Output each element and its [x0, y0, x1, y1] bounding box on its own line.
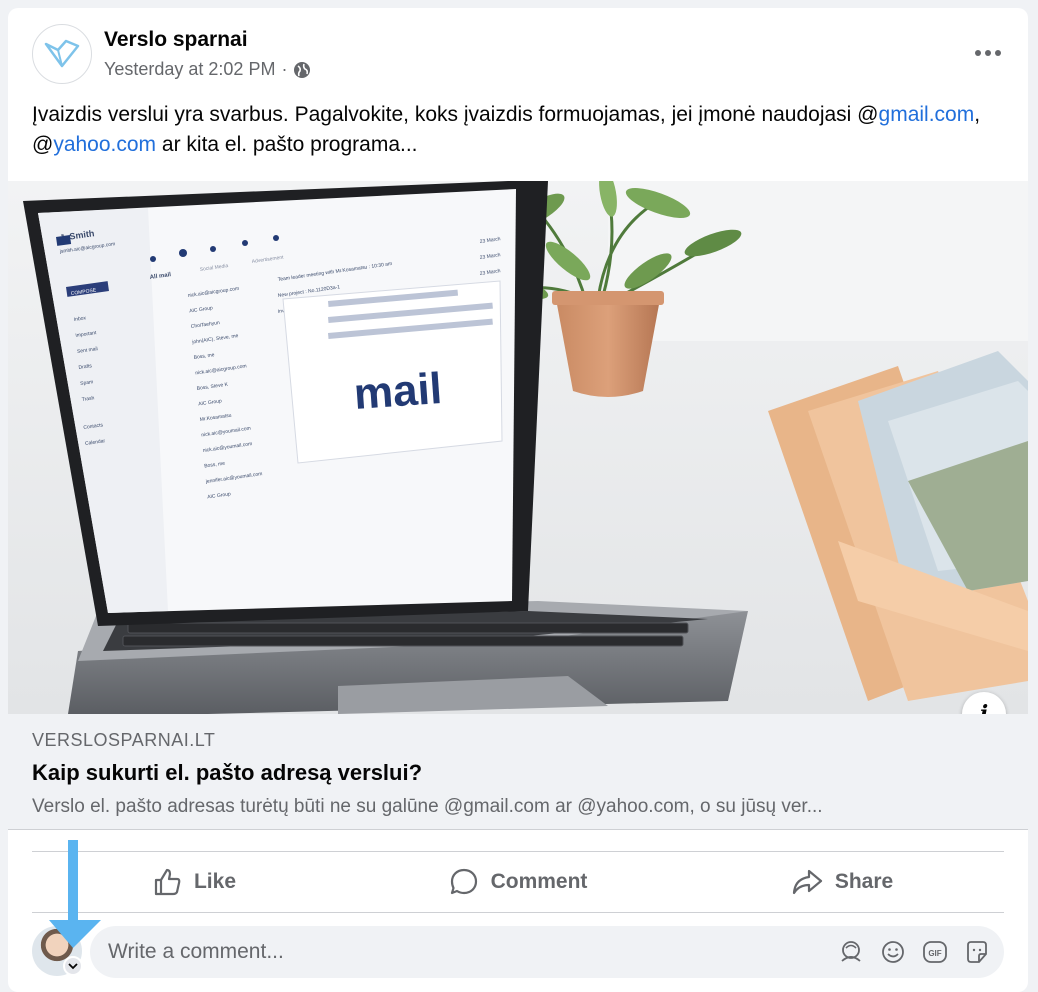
- like-button[interactable]: Like: [32, 852, 356, 912]
- like-label: Like: [193, 870, 237, 893]
- globe-icon[interactable]: [293, 61, 311, 79]
- comment-label: Comment: [490, 870, 588, 893]
- gmail-link[interactable]: gmail.com: [879, 103, 975, 126]
- sticker-icon[interactable]: [962, 936, 992, 968]
- post-card: Verslo sparnai Yesterday at 2:02 PM · Įv…: [8, 8, 1028, 992]
- meta-separator: ·: [281, 59, 288, 79]
- share-button[interactable]: Share: [680, 852, 1004, 912]
- post-text: Įvaizdis verslui yra svarbus. Pagalvokit…: [32, 103, 981, 156]
- gif-icon[interactable]: GIF: [920, 936, 950, 968]
- yahoo-link[interactable]: yahoo.com: [53, 133, 156, 156]
- link-description: Verslo el. pašto adresas turėtų būti ne …: [32, 796, 823, 817]
- actions-bottom-divider: [32, 912, 1004, 913]
- post-actions: Like Comment Share: [32, 852, 1004, 912]
- screen-mail-word: mail: [352, 364, 443, 419]
- link-title[interactable]: Kaip sukurti el. pašto adresą verslui?: [32, 760, 422, 786]
- speech-bubble-icon: [450, 868, 477, 895]
- post-timestamp[interactable]: Yesterday at 2:02 PM: [104, 59, 275, 80]
- laptop-scene-illustration: J. Smith jsmith.aic@aicgroup.com COMPOSE…: [8, 181, 1028, 714]
- page-avatar[interactable]: [32, 24, 92, 84]
- more-options-icon[interactable]: [968, 38, 1008, 68]
- link-preview[interactable]: VERSLOSPARNAI.LT Kaip sukurti el. pašto …: [8, 714, 1028, 830]
- post-meta: Yesterday at 2:02 PM ·: [104, 59, 311, 80]
- verslo-sparnai-logo: [44, 39, 80, 68]
- svg-text:GIF: GIF: [928, 949, 941, 958]
- link-domain: VERSLOSPARNAI.LT: [32, 730, 216, 750]
- comment-button[interactable]: Comment: [356, 852, 680, 912]
- comment-composer: GIF: [90, 926, 1004, 978]
- post-image[interactable]: J. Smith jsmith.aic@aicgroup.com COMPOSE…: [8, 181, 1028, 714]
- chevron-down-icon[interactable]: [63, 956, 83, 976]
- comment-input[interactable]: [108, 926, 808, 978]
- share-arrow-icon: [792, 869, 822, 895]
- avatar-sticker-icon[interactable]: [836, 936, 866, 968]
- thumbs-up-icon: [154, 868, 181, 896]
- page-name[interactable]: Verslo sparnai: [104, 28, 248, 52]
- share-label: Share: [834, 870, 894, 893]
- emoji-icon[interactable]: [878, 936, 908, 968]
